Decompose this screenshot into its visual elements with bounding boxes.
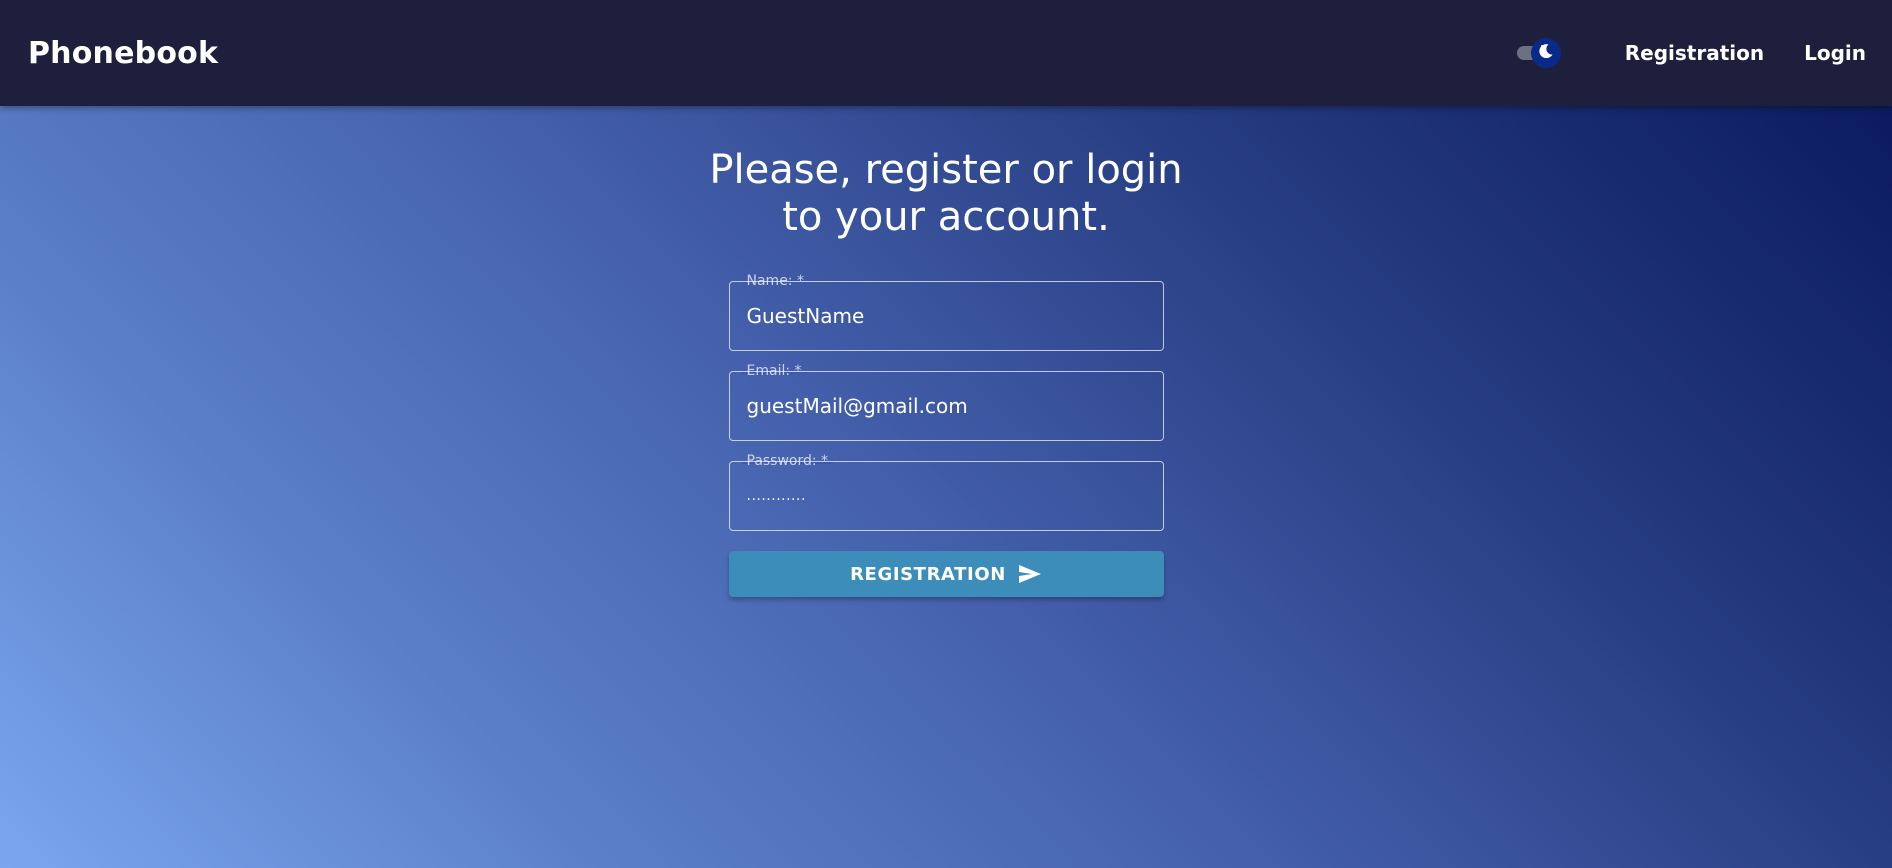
page-title: Please, register or login to your accoun…: [686, 147, 1206, 241]
app-header: Phonebook Registration Login: [0, 0, 1892, 106]
registration-submit-button[interactable]: REGISTRATION: [728, 551, 1164, 597]
send-icon: [1018, 564, 1042, 584]
page-title-line-1: Please, register or login: [709, 147, 1183, 193]
theme-toggle[interactable]: [1513, 36, 1563, 70]
name-field: Name: *: [728, 273, 1164, 351]
registration-submit-label: REGISTRATION: [850, 563, 1006, 585]
app-logo[interactable]: Phonebook: [28, 36, 218, 71]
password-input[interactable]: [729, 462, 1163, 530]
moon-icon: [1536, 41, 1556, 65]
email-field: Email: *: [728, 363, 1164, 441]
registration-form: Name: * Email: * Password: * REGISTRATIO…: [728, 273, 1164, 597]
nav-registration-link[interactable]: Registration: [1625, 41, 1764, 65]
name-input[interactable]: [729, 282, 1163, 350]
password-field: Password: *: [728, 453, 1164, 531]
header-nav: Registration Login: [1513, 36, 1866, 70]
email-input[interactable]: [729, 372, 1163, 440]
nav-login-link[interactable]: Login: [1804, 41, 1866, 65]
page-title-line-2: to your account.: [782, 194, 1110, 240]
toggle-thumb: [1530, 38, 1561, 68]
main-content: Please, register or login to your accoun…: [0, 106, 1892, 597]
